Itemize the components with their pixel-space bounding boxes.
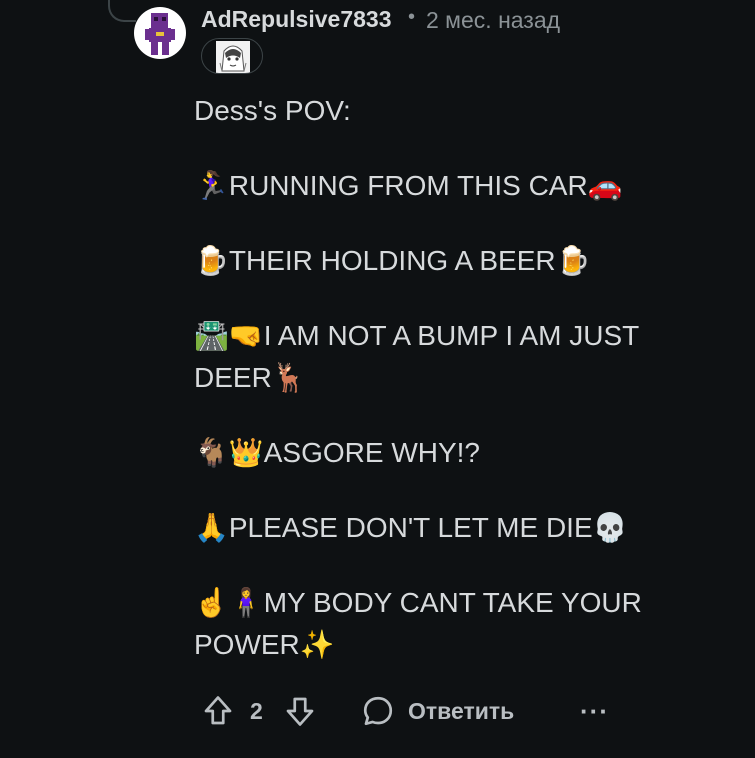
speech-bubble-icon bbox=[363, 696, 393, 726]
more-options-button[interactable]: ··· bbox=[580, 690, 609, 732]
comment-author[interactable]: AdRepulsive7833 bbox=[201, 6, 391, 33]
comment-paragraph: 🏃‍♀️RUNNING FROM THIS CAR🚗 bbox=[194, 170, 623, 201]
user-flair-badge[interactable] bbox=[201, 38, 263, 74]
comment-paragraph: 🍺THEIR HOLDING A BEER🍺 bbox=[194, 245, 591, 276]
comment-action-bar: 2 Ответить ··· bbox=[200, 690, 620, 732]
comment-timestamp: 2 мес. назад bbox=[426, 7, 561, 33]
thread-connector-line bbox=[108, 0, 136, 22]
comment-paragraph: 🐐👑ASGORE WHY!? bbox=[194, 437, 480, 468]
arrow-down-icon bbox=[286, 697, 314, 726]
meta-separator: • bbox=[408, 6, 416, 28]
purple-figure-avatar-icon bbox=[145, 13, 175, 55]
arrow-up-icon bbox=[204, 696, 232, 725]
comment-paragraph: ☝️🧍‍♀️MY BODY CANT TAKE YOUR POWER✨ bbox=[194, 587, 642, 660]
more-dots-icon: ··· bbox=[580, 695, 609, 726]
comment-paragraph: 🛣️🤜I AM NOT A BUMP I AM JUST DEER🦌 bbox=[194, 320, 639, 393]
comment-paragraph: Dess's POV: bbox=[194, 95, 351, 126]
downvote-button[interactable] bbox=[282, 690, 318, 732]
upvote-button[interactable] bbox=[200, 690, 236, 732]
anime-character-flair-icon bbox=[216, 41, 250, 73]
comment-paragraph: 🙏PLEASE DON'T LET ME DIE💀 bbox=[194, 512, 628, 543]
vote-count: 2 bbox=[250, 690, 263, 732]
comment-body: Dess's POV: 🏃‍♀️RUNNING FROM THIS CAR🚗 🍺… bbox=[194, 90, 674, 699]
reply-button[interactable]: Ответить bbox=[360, 690, 514, 732]
avatar[interactable] bbox=[134, 7, 186, 59]
vote-count-label: 2 bbox=[250, 697, 263, 724]
reply-button-label: Ответить bbox=[408, 697, 515, 724]
